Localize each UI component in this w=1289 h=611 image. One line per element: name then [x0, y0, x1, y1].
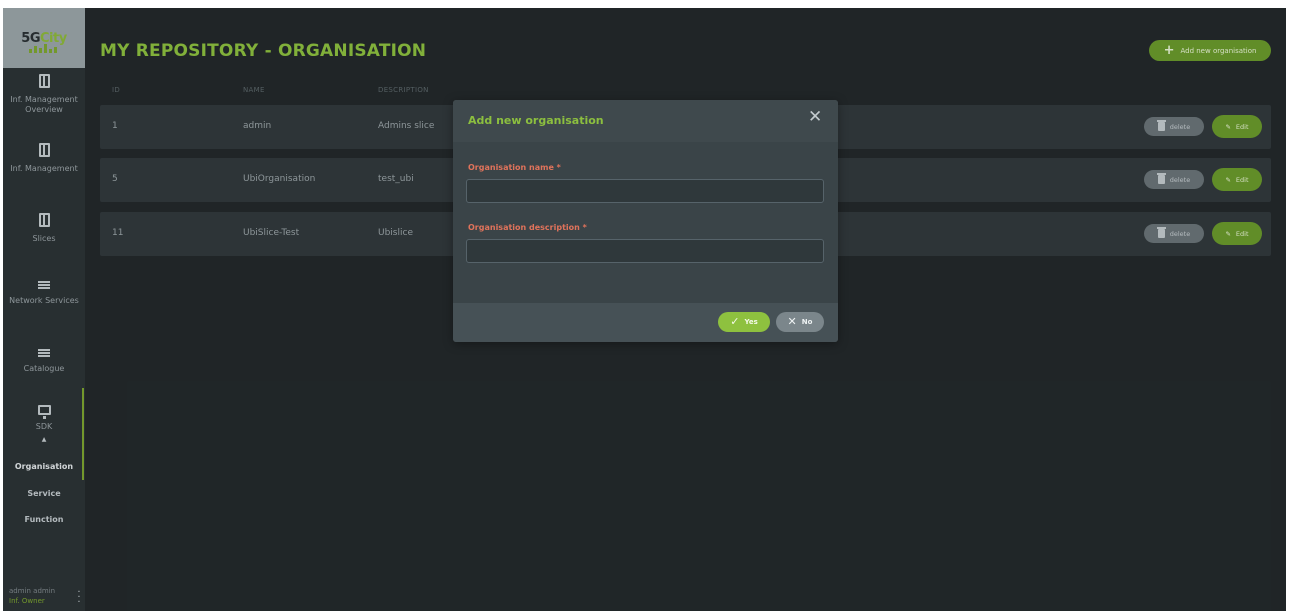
add-organisation-dialog: Add new organisation ✕ Organisation name…	[453, 100, 838, 342]
no-label: No	[801, 318, 813, 326]
dialog-title: Add new organisation	[468, 114, 604, 127]
dialog-footer: ✓ Yes ✕ No	[453, 303, 838, 342]
yes-label: Yes	[744, 318, 758, 326]
organisation-name-input[interactable]	[466, 179, 824, 203]
no-button[interactable]: ✕ No	[776, 312, 824, 332]
close-icon[interactable]: ✕	[808, 109, 822, 126]
dialog-header: Add new organisation ✕	[453, 100, 838, 142]
app-window: 5GCity Inf. Management Overview Inf. Man…	[3, 8, 1286, 611]
close-icon: ✕	[787, 315, 797, 328]
yes-button[interactable]: ✓ Yes	[718, 312, 770, 332]
check-icon: ✓	[730, 315, 740, 328]
organisation-name-label: Organisation name *	[468, 163, 561, 172]
organisation-description-label: Organisation description *	[468, 223, 587, 232]
organisation-description-input[interactable]	[466, 239, 824, 263]
